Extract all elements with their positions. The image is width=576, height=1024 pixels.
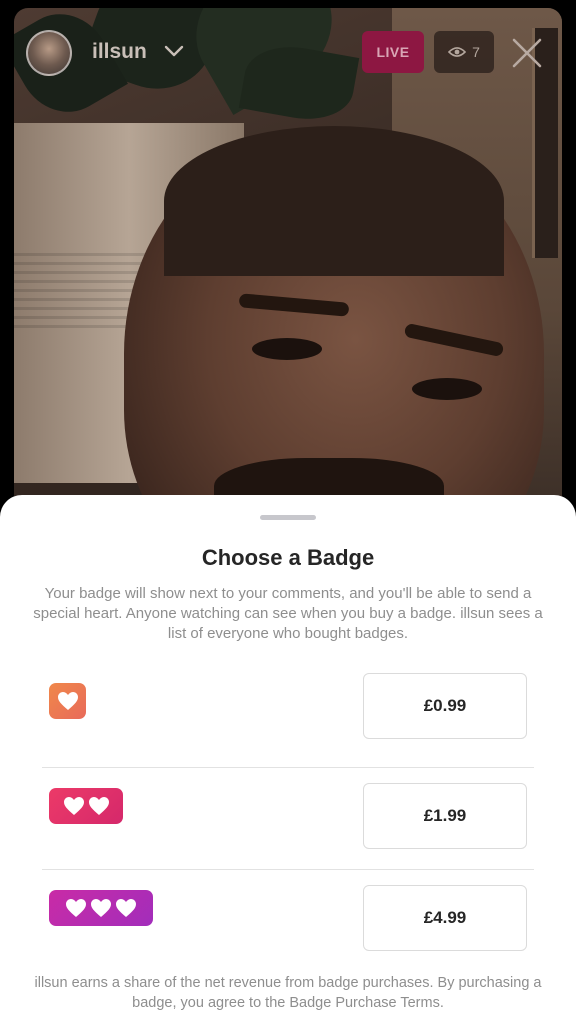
sheet-grabber[interactable] — [260, 515, 316, 520]
streamer-hair — [164, 126, 504, 276]
terms-notice: illsun earns a share of the net revenue … — [34, 975, 542, 1011]
eye-icon — [448, 47, 467, 57]
badge-icon — [49, 890, 153, 926]
heart-icon — [66, 899, 86, 917]
badge-icon — [49, 788, 123, 824]
heart-icon — [57, 692, 78, 710]
streamer-eye — [412, 378, 482, 400]
heart-icon — [88, 797, 109, 815]
heart-icon — [116, 899, 136, 917]
badge-option: £1.99 — [42, 767, 534, 869]
buy-badge-2-button[interactable]: £1.99 — [363, 783, 527, 849]
avatar[interactable] — [26, 30, 72, 76]
heart-icon — [63, 797, 84, 815]
chevron-down-icon[interactable] — [163, 40, 185, 62]
username[interactable]: illsun — [92, 40, 147, 64]
badge-option: £4.99 — [42, 869, 534, 971]
live-video: illsun LIVE 7 — [0, 0, 576, 530]
badge-icon — [49, 683, 86, 719]
heart-icon — [91, 899, 111, 917]
live-badge: LIVE — [362, 31, 424, 73]
viewer-count[interactable]: 7 — [434, 31, 494, 73]
badge-sheet: Choose a Badge Your badge will show next… — [0, 495, 576, 1024]
sheet-title: Choose a Badge — [201, 545, 375, 570]
close-icon[interactable] — [510, 36, 544, 70]
badge-option: £0.99 — [42, 665, 534, 767]
sheet-description: Your badge will show next to your commen… — [33, 585, 543, 642]
buy-badge-3-button[interactable]: £4.99 — [363, 885, 527, 951]
viewer-count-number: 7 — [472, 44, 480, 60]
video-frame — [14, 8, 562, 508]
streamer-eye — [252, 338, 322, 360]
buy-badge-1-button[interactable]: £0.99 — [363, 673, 527, 739]
